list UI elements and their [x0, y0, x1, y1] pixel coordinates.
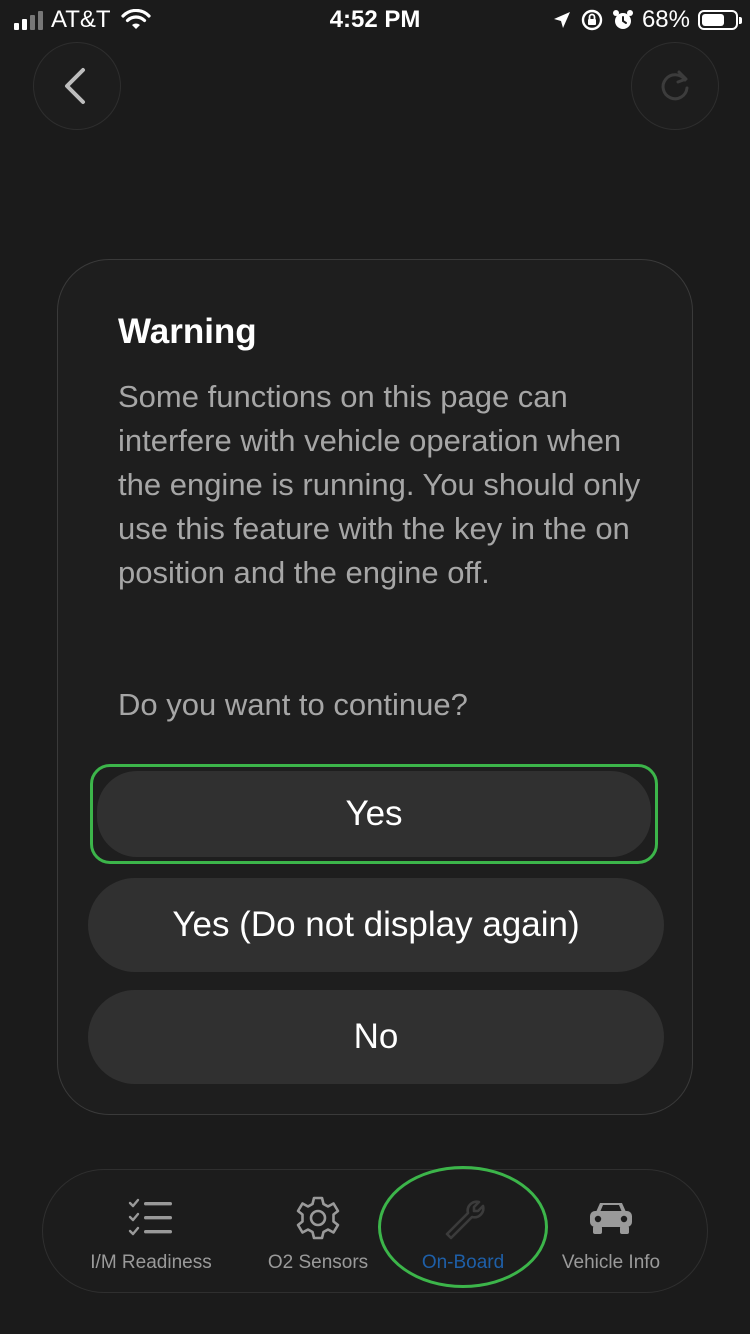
yes-button-label: Yes — [97, 771, 651, 857]
yes-button[interactable]: Yes — [90, 764, 658, 864]
status-bar: AT&T 4:52 PM 68% — [0, 0, 750, 40]
tab-im-readiness[interactable]: I/M Readiness — [73, 1170, 229, 1294]
tab-vehicle-info[interactable]: Vehicle Info — [543, 1170, 679, 1294]
no-button[interactable]: No — [88, 990, 664, 1084]
battery-icon — [698, 10, 742, 30]
refresh-button[interactable] — [631, 42, 719, 130]
back-button[interactable] — [33, 42, 121, 130]
location-icon — [553, 12, 570, 28]
tab-label: I/M Readiness — [90, 1252, 212, 1273]
yes-do-not-display-again-button[interactable]: Yes (Do not display again) — [88, 878, 664, 972]
battery-percent: 68% — [641, 6, 690, 33]
bottom-tab-bar: I/M Readiness O2 Sensors On-Board Vehicl… — [42, 1166, 708, 1294]
chevron-left-icon — [65, 68, 85, 104]
dialog-title: Warning — [118, 312, 257, 351]
screen: AT&T 4:52 PM 68% Warning Some functions … — [0, 0, 750, 1334]
on-board-highlight-ring — [378, 1166, 548, 1288]
refresh-icon — [661, 70, 689, 101]
battery-fill — [702, 14, 724, 26]
rotation-lock-icon — [581, 9, 603, 31]
car-icon — [586, 1194, 636, 1242]
alarm-icon — [612, 10, 633, 29]
tab-label: O2 Sensors — [267, 1252, 369, 1273]
dialog-question: Do you want to continue? — [118, 687, 468, 722]
warning-dialog: Warning Some functions on this page can … — [57, 259, 693, 1115]
dialog-message: Some functions on this page can interfer… — [118, 379, 641, 590]
tab-label: Vehicle Info — [561, 1252, 661, 1273]
checklist-icon — [128, 1194, 174, 1242]
status-right: 68% — [552, 6, 742, 34]
gear-icon — [294, 1194, 342, 1242]
tab-o2-sensors[interactable]: O2 Sensors — [243, 1170, 393, 1294]
